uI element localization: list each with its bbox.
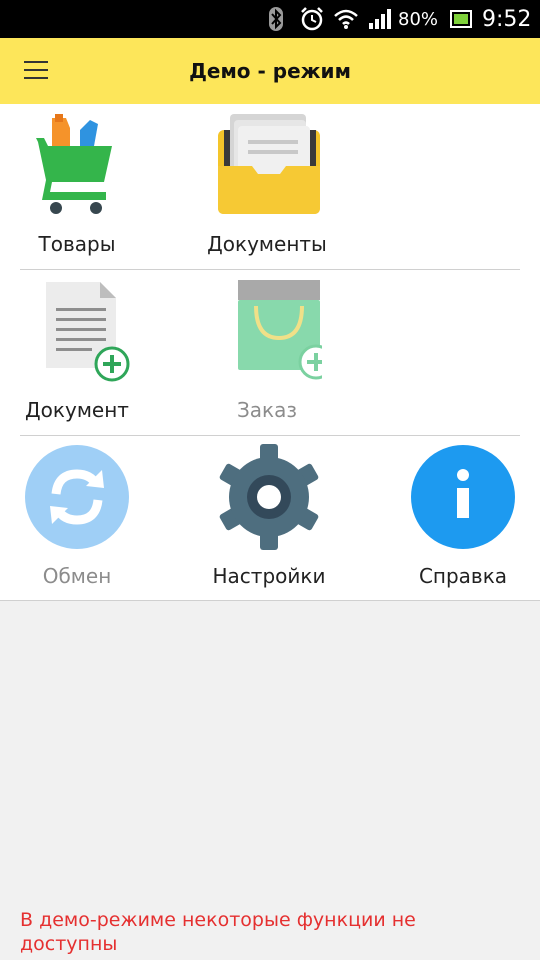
- hamburger-line: [24, 77, 48, 79]
- tile-new-document-label: Документ: [25, 398, 129, 422]
- alarm-icon: [299, 0, 325, 38]
- documents-folder-icon: [212, 110, 322, 220]
- bluetooth-icon: [266, 0, 286, 38]
- tile-documents[interactable]: Документы: [182, 104, 352, 270]
- demo-mode-warning: В демо-режиме некоторые функции не досту…: [20, 909, 416, 955]
- tile-help[interactable]: Справка: [378, 436, 540, 602]
- shopping-cart-icon: [22, 110, 132, 220]
- tile-settings-label: Настройки: [212, 564, 326, 588]
- hamburger-line: [24, 69, 48, 71]
- main-menu-panel: Товары Документы Документ Заказ Обмен На…: [0, 104, 540, 601]
- tile-documents-label: Документы: [207, 232, 327, 256]
- tile-new-order[interactable]: Заказ: [182, 270, 352, 436]
- status-bar: 80% 9:52: [0, 0, 540, 38]
- menu-row: Обмен Настройки Справка: [0, 436, 540, 602]
- new-document-icon: [22, 276, 132, 386]
- tile-help-label: Справка: [418, 564, 508, 588]
- tile-new-order-label: Заказ: [236, 398, 298, 422]
- wifi-icon: [333, 0, 359, 38]
- panel-bottom-border: [0, 600, 540, 601]
- clock: 9:52: [482, 6, 532, 32]
- info-icon: [408, 442, 518, 552]
- tile-settings[interactable]: Настройки: [184, 436, 354, 602]
- battery-icon: [450, 0, 472, 38]
- new-order-bag-icon: [212, 276, 334, 386]
- tile-exchange[interactable]: Обмен: [0, 436, 162, 602]
- signal-icon: [368, 0, 392, 38]
- menu-button[interactable]: [10, 48, 62, 94]
- menu-row: Товары Документы: [0, 104, 540, 270]
- tile-goods[interactable]: Товары: [0, 104, 162, 270]
- tile-exchange-label: Обмен: [42, 564, 112, 588]
- tile-goods-label: Товары: [38, 232, 116, 256]
- sync-icon: [22, 442, 132, 552]
- battery-percent: 80%: [398, 8, 439, 30]
- page-title: Демо - режим: [189, 59, 351, 83]
- app-bar: Демо - режим: [0, 38, 540, 105]
- gear-icon: [214, 442, 324, 552]
- hamburger-menu-icon: [24, 61, 48, 63]
- menu-row: Документ Заказ: [0, 270, 540, 436]
- tile-new-document[interactable]: Документ: [0, 270, 162, 436]
